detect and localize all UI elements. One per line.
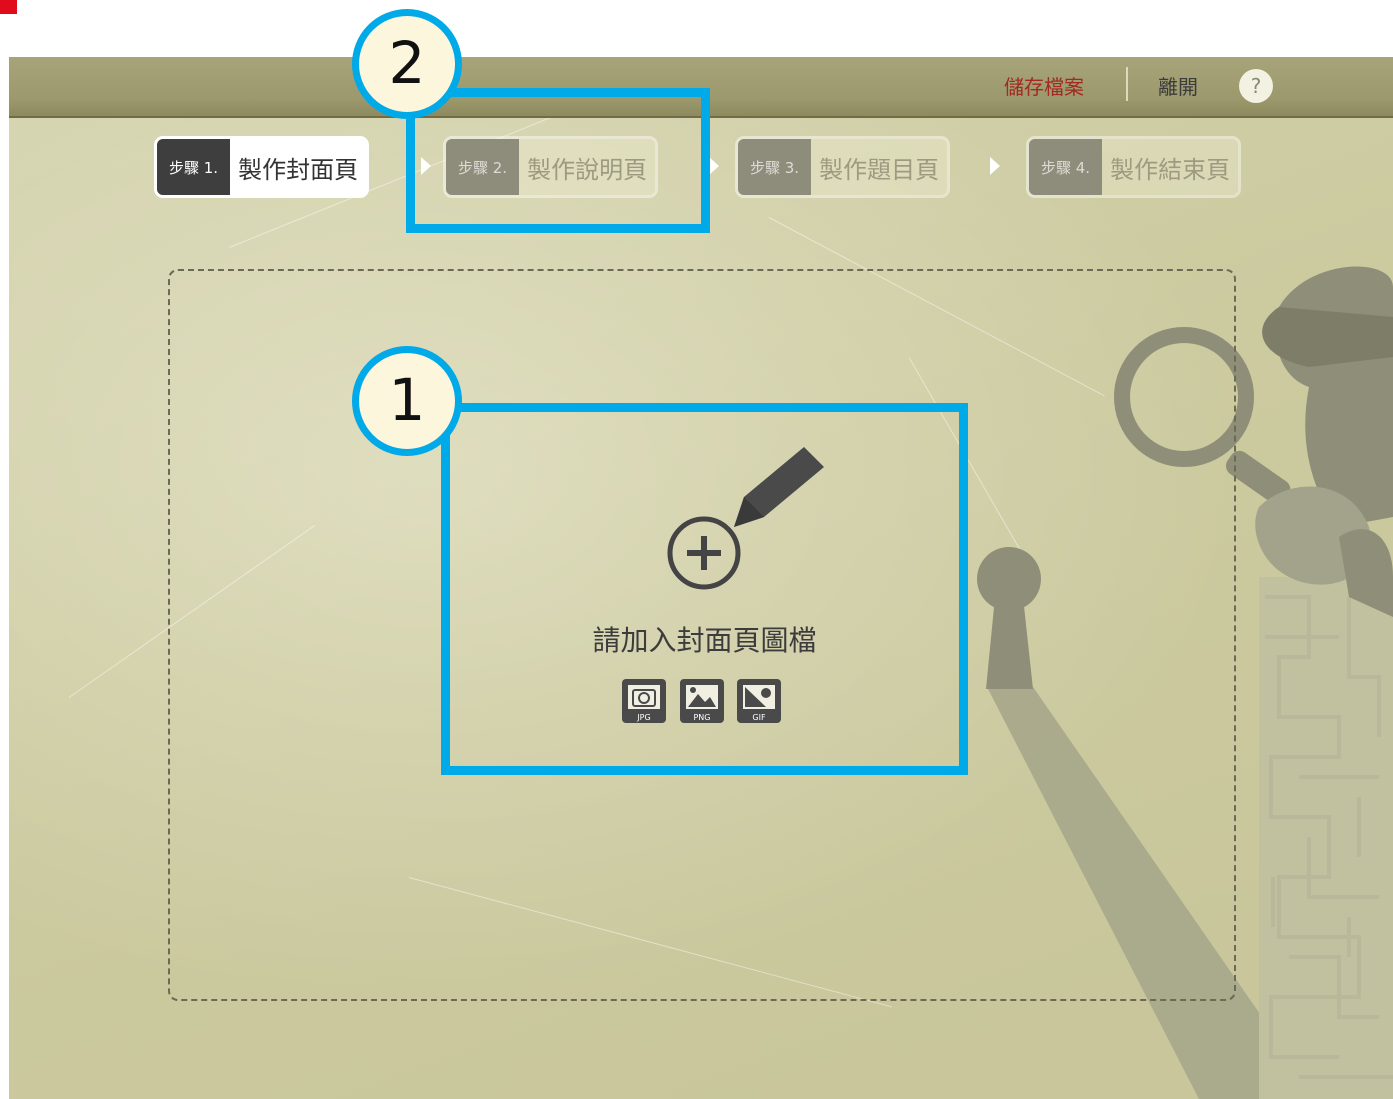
browser-corner-mark [0, 0, 17, 14]
step-tab-cover[interactable]: 步驟 1. 製作封面頁 [154, 136, 370, 198]
step-number: 步驟 1. [157, 139, 231, 195]
annotation-marker-2: 2 [352, 9, 462, 119]
exit-link[interactable]: 離開 [1158, 71, 1198, 100]
save-file-link[interactable]: 儲存檔案 [1004, 71, 1084, 100]
step-tab-ending[interactable]: 步驟 4. 製作結束頁 [1026, 136, 1242, 198]
toolbar-divider [1126, 67, 1128, 101]
annotation-marker-1: 1 [352, 346, 462, 456]
step-tab-questions[interactable]: 步驟 3. 製作題目頁 [735, 136, 951, 198]
step-label: 製作結束頁 [1102, 139, 1239, 195]
step-arrow-icon [990, 157, 1000, 175]
annotation-box-2 [406, 88, 710, 233]
step-label: 製作題目頁 [811, 139, 948, 195]
step-number: 步驟 3. [738, 139, 812, 195]
step-label: 製作封面頁 [230, 139, 367, 195]
step-number: 步驟 4. [1029, 139, 1103, 195]
maze-illustration [1259, 577, 1393, 1099]
step-arrow-icon [709, 157, 719, 175]
annotation-box-1 [441, 403, 968, 775]
help-icon[interactable]: ? [1239, 69, 1273, 103]
